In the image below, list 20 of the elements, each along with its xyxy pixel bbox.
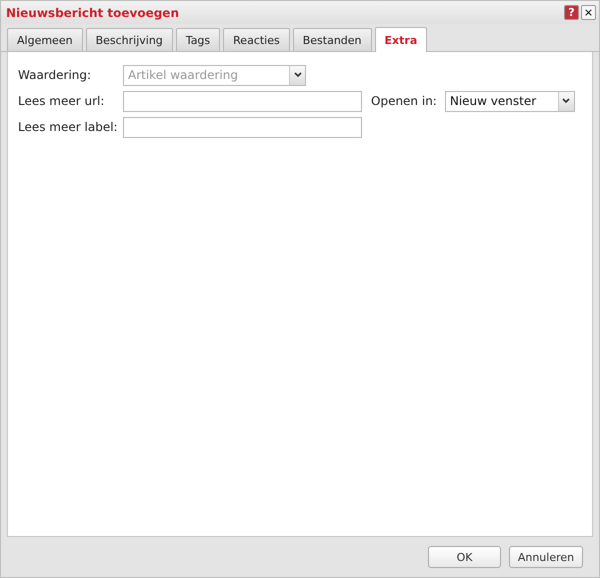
field-label: Lees meer label: bbox=[18, 120, 119, 134]
tab[interactable]: Reacties bbox=[223, 28, 290, 51]
tab[interactable]: Bestanden bbox=[292, 28, 372, 51]
caret-icon bbox=[294, 72, 302, 78]
help-button[interactable]: ? bbox=[564, 5, 579, 20]
tab[interactable]: Extra bbox=[374, 27, 428, 52]
tab[interactable]: Algemeen bbox=[7, 28, 83, 51]
input-field[interactable] bbox=[123, 90, 362, 112]
dropdown[interactable]: Nieuw venster bbox=[444, 90, 575, 112]
window-title: Nieuwsbericht toevoegen bbox=[6, 6, 179, 20]
cancel-button[interactable]: Annuleren bbox=[509, 546, 583, 568]
input-field[interactable] bbox=[123, 116, 362, 138]
tab[interactable]: Beschrijving bbox=[86, 28, 173, 51]
field-label: Openen in: bbox=[371, 94, 437, 108]
caret-icon bbox=[562, 98, 570, 104]
ok-button[interactable]: OK bbox=[428, 546, 501, 568]
field-label: Waardering: bbox=[18, 68, 92, 82]
tab[interactable]: Tags bbox=[176, 28, 220, 51]
close-button[interactable]: × bbox=[581, 5, 596, 20]
field-label: Lees meer url: bbox=[18, 94, 106, 108]
